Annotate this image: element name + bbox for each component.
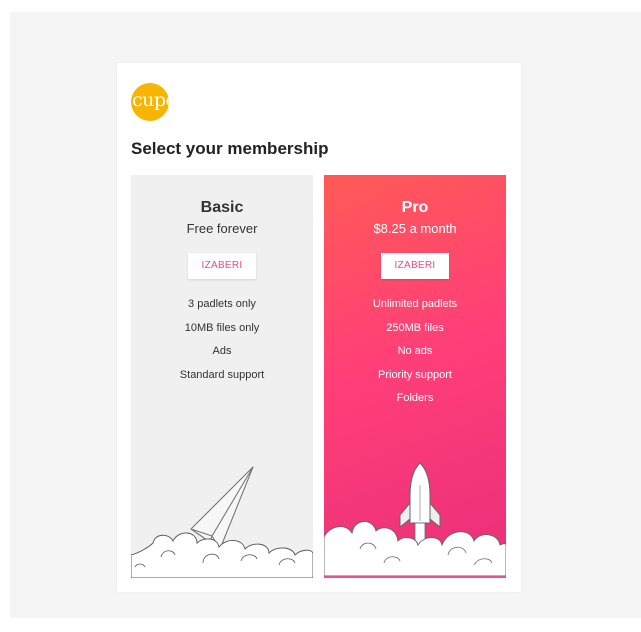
feature-item: Folders (396, 392, 434, 404)
feature-list: Unlimited padlets 250MB files No ads Pri… (324, 297, 506, 415)
plan-name: Basic (200, 199, 244, 216)
feature-item: Standard support (179, 368, 265, 381)
pro-illustration (324, 462, 506, 576)
feature-item: No ads (397, 345, 433, 357)
brand-logo[interactable]: cupe (131, 83, 169, 121)
plan-pro: Pro $8.25 a month IZABERI Unlimited padl… (324, 175, 506, 578)
page-title: Select your membership (131, 139, 329, 158)
plan-basic: Basic Free forever IZABERI 3 padlets onl… (131, 175, 313, 578)
feature-item: 10MB files only (184, 321, 260, 334)
plan-name: Pro (401, 199, 429, 216)
feature-item: 3 padlets only (188, 298, 256, 310)
brand-logo-text: cupe (132, 89, 169, 111)
choose-basic-button[interactable]: IZABERI (188, 253, 256, 279)
feature-item: Unlimited padlets (372, 298, 458, 310)
plan-price: $8.25 a month (373, 221, 457, 236)
feature-item: Priority support (378, 368, 452, 381)
basic-illustration (131, 466, 313, 578)
membership-card: cupe Select your membership Basic Free f… (117, 63, 521, 592)
feature-item: 250MB files (386, 321, 444, 334)
feature-item: Ads (212, 345, 232, 357)
choose-pro-button[interactable]: IZABERI (381, 253, 449, 279)
feature-list: 3 padlets only 10MB files only Ads Stand… (131, 297, 313, 391)
plan-price: Free forever (186, 221, 258, 236)
